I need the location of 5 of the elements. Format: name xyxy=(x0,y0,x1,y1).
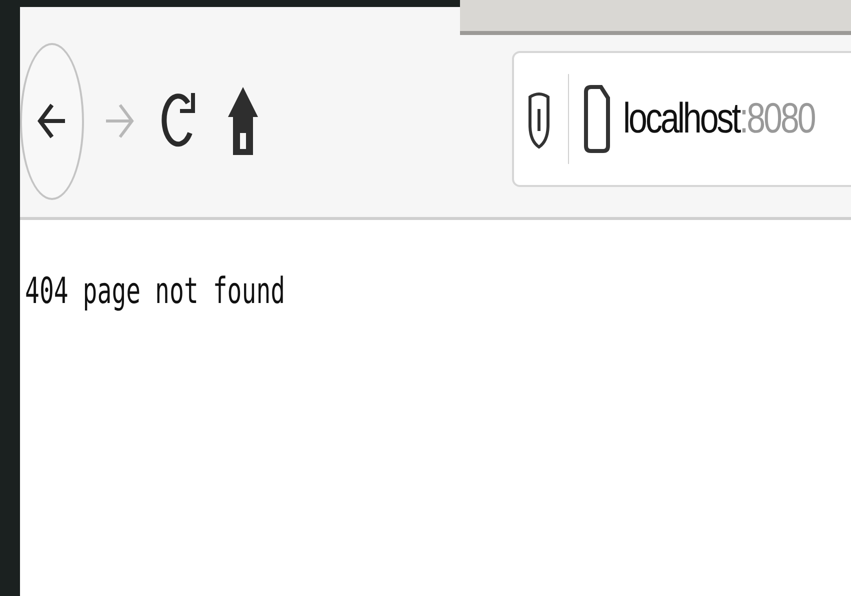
error-message: 404 page not found xyxy=(25,270,286,312)
address-bar[interactable]: localhost:8080 xyxy=(512,51,851,187)
url-text[interactable]: localhost:8080 xyxy=(623,94,814,144)
home-icon[interactable] xyxy=(226,85,260,157)
page-icon xyxy=(583,84,611,154)
